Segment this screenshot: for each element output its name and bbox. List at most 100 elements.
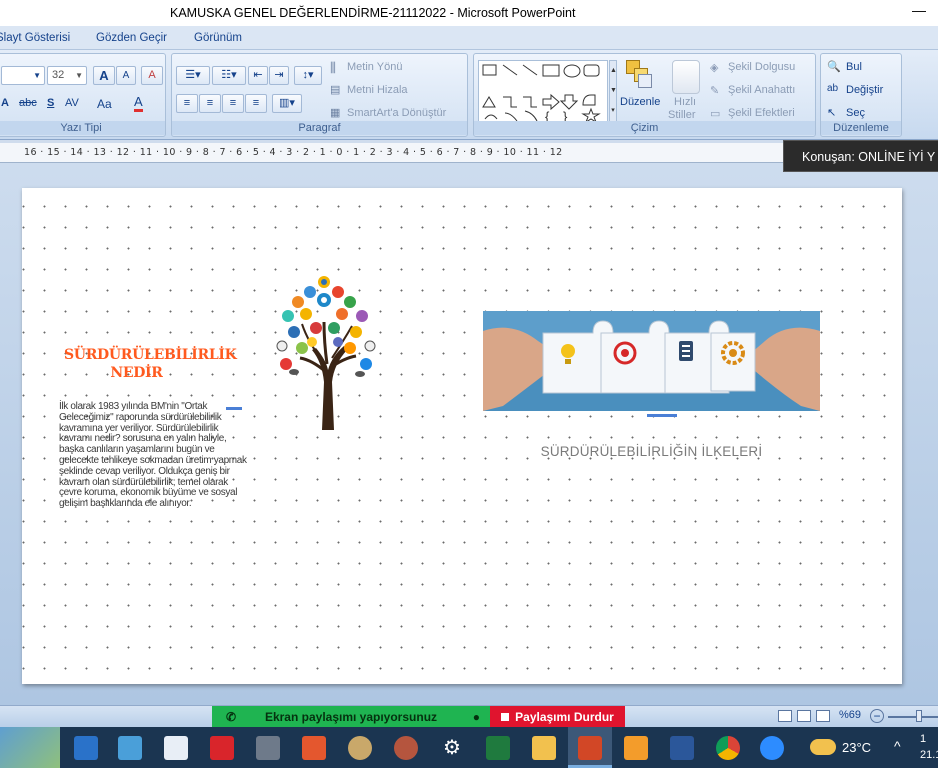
shapes-gallery-icons: { } [482, 64, 601, 124]
start-thumbnail[interactable] [0, 727, 60, 768]
stop-icon [501, 713, 510, 721]
columns-button[interactable]: ▥▾ [272, 94, 302, 113]
shape-fill-button[interactable]: Şekil Dolgusu [728, 61, 795, 73]
font-group-label: Yazı Tipi [0, 121, 165, 135]
phone-icon: ✆ [226, 710, 237, 724]
contacts-icon[interactable] [118, 736, 142, 760]
tab-slide-show[interactable]: Slayt Gösterisi [0, 32, 70, 44]
find-icon: 🔍 [827, 61, 841, 73]
decrease-indent-button[interactable]: ⇤ [248, 66, 268, 85]
paint-3d-icon[interactable] [394, 736, 418, 760]
shape-outline-button[interactable]: Şekil Anahattı [728, 84, 795, 96]
change-case-button[interactable]: Aa [97, 97, 112, 111]
select-button[interactable]: Seç [846, 107, 865, 119]
editing-group-label: Düzenleme [821, 121, 901, 135]
align-left-button[interactable]: ≡ [176, 94, 198, 113]
window-title: KAMUSKA GENEL DEĞERLENDİRME-21112022 - M… [170, 6, 576, 20]
powerpoint-taskbar-item[interactable] [568, 727, 612, 768]
justify-button[interactable]: ≡ [245, 94, 267, 113]
quick-styles-icon [672, 60, 700, 94]
paint-icon[interactable] [348, 736, 372, 760]
slideshow-view-icon[interactable] [816, 710, 830, 722]
strike-button[interactable]: abc [19, 97, 37, 109]
minimize-button[interactable]: — [912, 2, 926, 18]
find-button[interactable]: Bul [846, 61, 862, 73]
font-name-dropdown[interactable]: ▼ [1, 66, 45, 85]
paragraph-group-label: Paragraf [172, 121, 467, 135]
paragraph-group: ☰▾ ☷▾ ⇤ ⇥ ↕▾ ≡ ≡ ≡ ≡ ▥▾ ⫼ Metin Yönü ▤ M… [171, 53, 468, 137]
slide-body-text[interactable]: İlk olarak 1983 yılında BM'nin "Ortak Ge… [59, 401, 249, 510]
font-size-value: 32 [52, 69, 65, 81]
replace-button[interactable]: Değiştir [846, 84, 883, 96]
smartart-button[interactable]: SmartArt'a Dönüştür [347, 107, 446, 119]
select-cursor-icon: ↖ [827, 107, 837, 119]
idea-tree-illustration [276, 276, 376, 430]
drawing-group-label: Çizim [474, 121, 815, 135]
numbering-button[interactable]: ☷▾ [212, 66, 246, 85]
font-size-dropdown[interactable]: 32 ▼ [47, 66, 87, 85]
clock-date: 21.1 [920, 749, 938, 761]
title-accent-line [226, 407, 242, 410]
taskbar: ⚙ ^ [0, 727, 938, 768]
weather-icon [810, 739, 836, 755]
normal-view-icon[interactable] [778, 710, 792, 722]
zoom-icon[interactable] [760, 736, 784, 760]
bullets-button[interactable]: ☰▾ [176, 66, 210, 85]
clock-time: 1 [920, 733, 927, 745]
shapes-gallery[interactable]: { } [478, 60, 608, 124]
align-right-button[interactable]: ≡ [222, 94, 244, 113]
chrome-icon[interactable] [716, 736, 740, 760]
grow-font-button[interactable]: A [93, 66, 115, 85]
zoom-out-icon[interactable]: − [870, 709, 884, 723]
tab-view[interactable]: Görünüm [194, 32, 242, 44]
subtitle-accent-line [647, 414, 677, 417]
stop-share-button[interactable]: Paylaşımı Durdur [490, 706, 625, 728]
clock[interactable]: 1 21.1 [920, 731, 938, 763]
calculator-icon[interactable] [256, 736, 280, 760]
powerpoint-icon [578, 736, 602, 760]
zoom-slider-thumb[interactable] [916, 710, 922, 722]
notepad-icon[interactable] [164, 736, 188, 760]
text-direction-button[interactable]: Metin Yönü [347, 61, 402, 73]
pdf-editor-icon[interactable] [624, 736, 648, 760]
slide-subtitle[interactable]: SÜRDÜRÜLEBİLİRLİĞİN İLKELERİ [483, 444, 820, 459]
slide-title[interactable]: SÜRDÜRÜLEBİLİRLİK NEDİR [64, 346, 237, 382]
screen-share-banner: ✆ Ekran paylaşımı yapıyorsunuz ● [212, 706, 490, 728]
tab-review[interactable]: Gözden Geçir [96, 32, 167, 44]
line-spacing-button[interactable]: ↕▾ [294, 66, 322, 85]
media-player-icon[interactable] [302, 736, 326, 760]
slide[interactable]: SÜRDÜRÜLEBİLİRLİK NEDİR İlk olarak 1983 … [22, 188, 902, 684]
shadow-button[interactable]: S [47, 97, 54, 109]
acrobat-icon[interactable] [210, 736, 234, 760]
excel-icon[interactable] [486, 736, 510, 760]
increase-indent-button[interactable]: ⇥ [269, 66, 289, 85]
word-icon[interactable] [670, 736, 694, 760]
shape-effects-button[interactable]: Şekil Efektleri [728, 107, 795, 119]
slide-sorter-icon[interactable] [797, 710, 811, 722]
file-explorer-icon[interactable] [532, 736, 556, 760]
bold-a-icon[interactable]: A [1, 97, 9, 109]
chevron-up-icon[interactable]: ^ [894, 738, 901, 754]
settings-gear-icon[interactable]: ⚙ [440, 736, 464, 760]
zoom-slider[interactable] [888, 716, 938, 718]
shrink-font-button[interactable]: A [116, 66, 136, 85]
font-color-button[interactable]: A [134, 95, 143, 112]
align-text-button[interactable]: Metni Hizala [347, 84, 408, 96]
align-center-button[interactable]: ≡ [199, 94, 221, 113]
ruler-numbers: 16 · 15 · 14 · 13 · 12 · 11 · 10 · 9 · 8… [24, 147, 563, 158]
quick-styles-label-1[interactable]: Hızlı [674, 96, 696, 108]
mail-icon[interactable] [74, 736, 98, 760]
quick-styles-label-2[interactable]: Stiller [668, 109, 696, 121]
slide-editing-area: SÜRDÜRÜLEBİLİRLİK NEDİR İlk olarak 1983 … [0, 163, 938, 705]
stop-share-label: Paylaşımı Durdur [515, 710, 614, 724]
puzzle-hands-image [483, 311, 820, 411]
shield-icon: ● [472, 710, 480, 724]
arrange-button[interactable]: Düzenle [620, 96, 660, 108]
arrange-icon [624, 58, 654, 90]
temperature[interactable]: 23°C [842, 740, 871, 755]
zoom-level[interactable]: %69 [839, 709, 861, 721]
clear-format-button[interactable]: A [141, 66, 163, 85]
spacing-button[interactable]: AV [65, 97, 79, 109]
title-bar: KAMUSKA GENEL DEĞERLENDİRME-21112022 - M… [0, 0, 938, 26]
shapes-scroll[interactable]: ▲ ▼ ▾ [609, 60, 617, 122]
